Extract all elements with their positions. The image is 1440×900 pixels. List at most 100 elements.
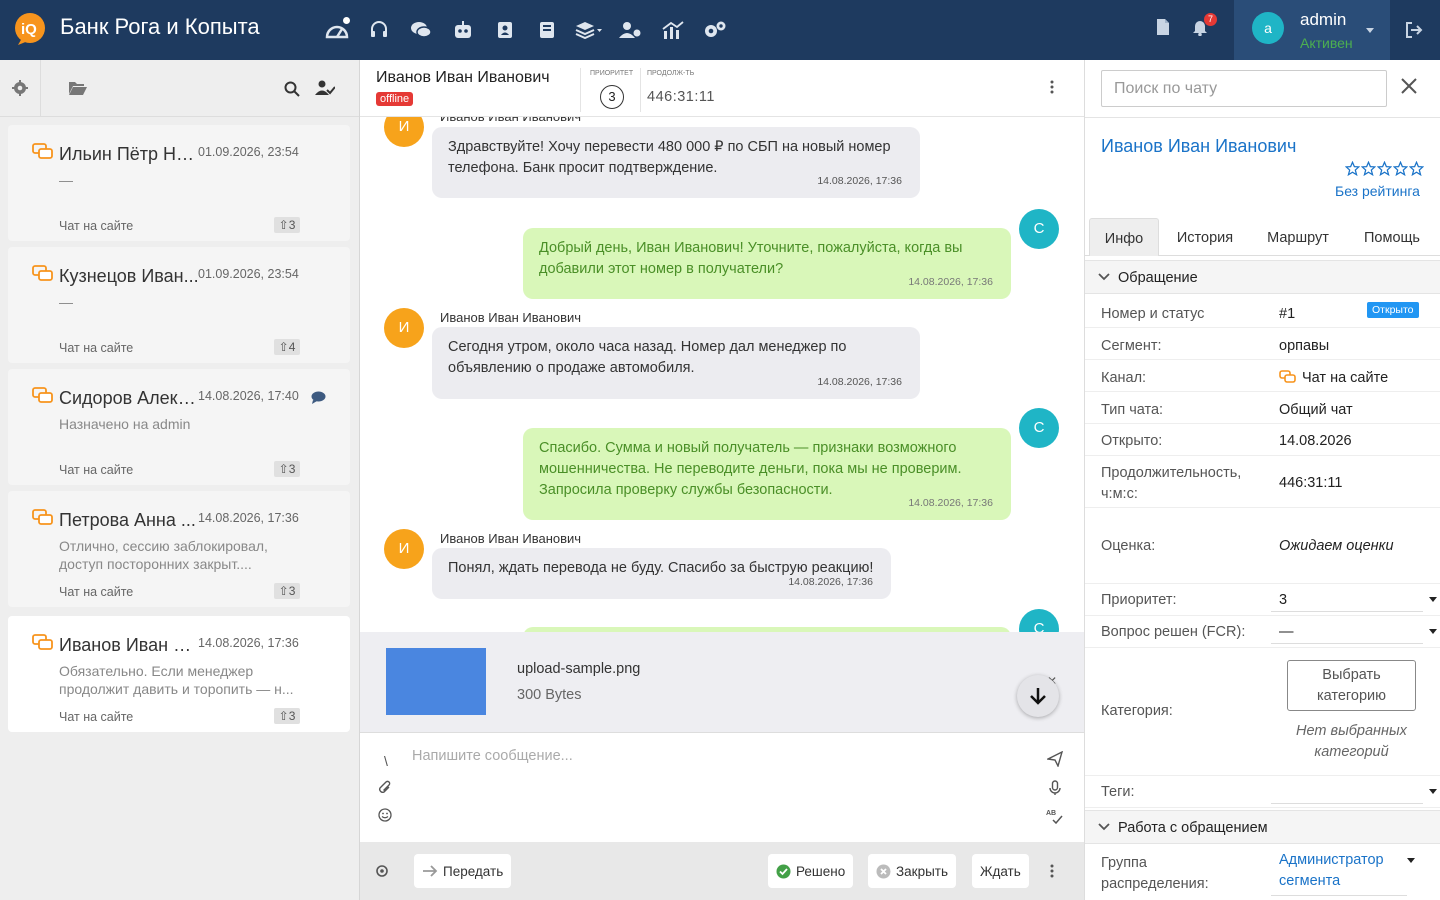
priority-label: ПРИОРИТЕТ	[590, 70, 634, 77]
chat-list-item[interactable]: Сидоров Алекс... 14.08.2026, 17:40 Назначе…	[8, 369, 350, 485]
chat-channel-icon	[32, 509, 54, 532]
star-icon[interactable]	[1392, 160, 1409, 181]
priority-badge: ⇧3	[274, 217, 300, 233]
group-select[interactable]: Администратор сегмента	[1271, 850, 1415, 896]
chevron-down-icon	[1098, 823, 1110, 831]
logout-icon[interactable]	[1404, 20, 1424, 45]
more-vertical-icon[interactable]	[1050, 80, 1054, 99]
chat-list-item[interactable]: Ильин Пётр Ни... 01.09.2026, 23:54 — Чат на…	[8, 125, 350, 241]
chat-date: 14.08.2026, 17:36	[198, 511, 299, 525]
priority-select[interactable]: 3	[1271, 588, 1437, 612]
close-icon[interactable]	[1401, 78, 1417, 99]
spellcheck-icon[interactable]: AB	[1046, 808, 1064, 829]
quick-command-button[interactable]: \	[384, 753, 388, 769]
client-name-link[interactable]: Иванов Иван Иванович	[1101, 136, 1296, 157]
field-rating: Оценка: Ожидаем оценки	[1085, 508, 1440, 584]
rating-stars[interactable]	[1344, 160, 1425, 181]
search-icon[interactable]	[284, 81, 300, 102]
chat-search-input[interactable]: Поиск по чату	[1101, 70, 1387, 107]
more-vertical-icon[interactable]	[1050, 864, 1054, 883]
headset-icon[interactable]	[358, 16, 400, 44]
user-assign-icon[interactable]	[315, 80, 336, 101]
field-value: #1	[1279, 306, 1296, 322]
divider	[580, 68, 581, 112]
emoji-icon[interactable]	[378, 808, 392, 827]
sender-avatar[interactable]: С	[1019, 209, 1059, 249]
choose-category-button[interactable]: Выбрать категорию	[1287, 660, 1416, 711]
tab-help[interactable]: Помощь	[1351, 218, 1433, 256]
tab-route[interactable]: Маршрут	[1255, 218, 1341, 256]
section-work[interactable]: Работа с обращением	[1085, 810, 1440, 844]
star-icon[interactable]	[1344, 160, 1361, 181]
field-label: Приоритет:	[1101, 592, 1177, 608]
message-list: И Иванов Иван Иванович Здравствуйте! Хочу …	[360, 117, 1084, 632]
priority-value[interactable]: 3	[600, 85, 624, 109]
contacts-icon[interactable]	[484, 16, 526, 44]
users-icon[interactable]	[610, 16, 652, 44]
chat-last-message: —	[59, 172, 73, 188]
message-input[interactable]: Напишите сообщение...	[412, 748, 573, 764]
priority-value: 3	[288, 462, 296, 476]
priority-value: 3	[288, 709, 296, 723]
sender-avatar[interactable]: И	[384, 529, 424, 569]
layers-icon[interactable]	[568, 16, 610, 44]
book-icon[interactable]	[526, 16, 568, 44]
scroll-down-button[interactable]	[1017, 675, 1059, 717]
chat-list-item[interactable]: Петрова Анна ... 14.08.2026, 17:36 Отлично…	[8, 491, 350, 607]
chat-date: 01.09.2026, 23:54	[198, 267, 299, 281]
star-icon[interactable]	[1376, 160, 1393, 181]
user-status: Активен	[1300, 35, 1353, 51]
wait-button[interactable]: Ждать	[972, 854, 1029, 888]
message-bubble-icon	[311, 391, 326, 409]
sender-avatar[interactable]: И	[384, 117, 424, 147]
send-icon[interactable]	[1045, 750, 1064, 772]
chat-client-name: Иванов Иван И...	[59, 635, 199, 655]
analytics-icon[interactable]	[652, 16, 694, 44]
resolve-button[interactable]: Решено	[768, 854, 854, 888]
chats-icon[interactable]	[400, 16, 442, 44]
chat-list-item[interactable]: Кузнецов Иван... 01.09.2026, 23:54 — Чат на…	[8, 247, 350, 363]
settings-icon[interactable]	[694, 16, 736, 44]
close-chat-button[interactable]: Закрыть	[868, 854, 956, 888]
field-label: Вопрос решен (FCR):	[1101, 624, 1246, 640]
folder-open-icon[interactable]	[68, 80, 88, 101]
section-title: Работа с обращением	[1118, 820, 1268, 836]
sender-avatar[interactable]: С	[1019, 408, 1059, 448]
field-channel: Канал: Чат на сайте	[1085, 360, 1440, 392]
sender-avatar[interactable]: С	[1019, 609, 1059, 632]
attachment-thumbnail[interactable]	[386, 648, 486, 715]
robot-icon[interactable]	[442, 16, 484, 44]
tab-history[interactable]: История	[1165, 218, 1245, 256]
field-value: 14.08.2026	[1279, 433, 1352, 449]
field-fcr: Вопрос решен (FCR): —	[1085, 616, 1440, 648]
field-label: Тип чата:	[1101, 402, 1164, 418]
chat-last-message: Отлично, сессию заблокировал, доступ пос…	[59, 538, 268, 572]
transfer-button[interactable]: Передать	[414, 854, 512, 888]
user-menu[interactable]: a admin Активен	[1234, 0, 1390, 60]
field-value: орпавы	[1279, 338, 1330, 354]
star-icon[interactable]	[1408, 160, 1425, 181]
tab-info[interactable]: Инфо	[1089, 218, 1159, 256]
document-icon[interactable]	[1156, 18, 1170, 41]
chat-last-message: Назначено на admin	[59, 416, 191, 432]
tags-select[interactable]	[1271, 780, 1437, 804]
close-chat-label: Закрыть	[896, 863, 948, 879]
dashboard-icon[interactable]	[316, 16, 358, 44]
brand-title: Банк Рога и Копыта	[60, 14, 260, 39]
fcr-select[interactable]: —	[1271, 620, 1437, 644]
section-appeal[interactable]: Обращение	[1085, 260, 1440, 294]
gear-icon[interactable]	[375, 864, 389, 883]
gear-icon[interactable]	[12, 80, 28, 101]
priority-value: 3	[288, 584, 296, 598]
message-bubble: Добрый день, Иван Иванович! Уточните, по…	[523, 228, 1011, 299]
field-chat-type: Тип чата: Общий чат	[1085, 392, 1440, 424]
microphone-icon[interactable]	[1049, 780, 1061, 801]
star-icon[interactable]	[1360, 160, 1377, 181]
sender-avatar[interactable]: И	[384, 308, 424, 348]
chat-list-item[interactable]: Иванов Иван И... 14.08.2026, 17:36 Обязате…	[8, 616, 350, 732]
app-logo[interactable]: iQ	[14, 12, 46, 46]
message-composer: \ Напишите сообщение... AB	[360, 732, 1084, 842]
paperclip-icon[interactable]	[378, 780, 392, 801]
main-nav	[316, 16, 736, 44]
sender-name: Иванов Иван Иванович	[440, 310, 582, 325]
